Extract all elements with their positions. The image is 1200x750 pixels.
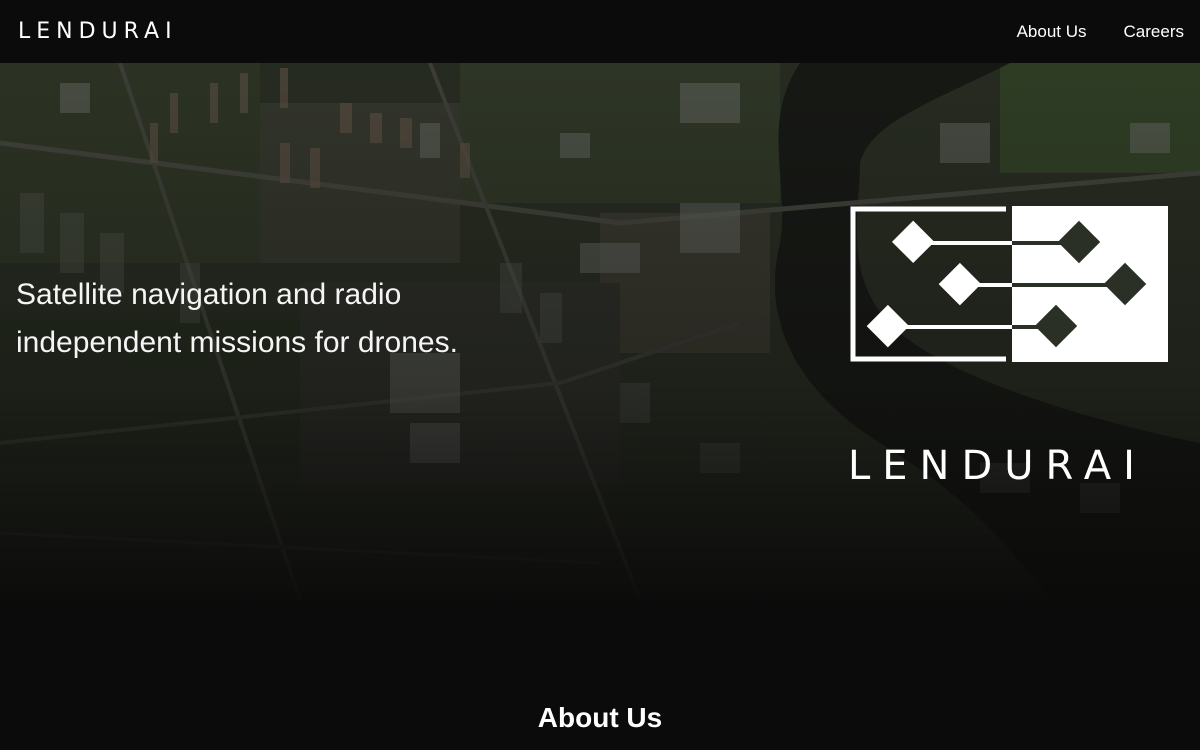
nav-link-careers[interactable]: Careers (1124, 22, 1184, 42)
hero-tagline: Satellite navigation and radio independe… (16, 271, 536, 367)
about-us-heading: About Us (537, 702, 663, 733)
top-navbar: LENDURAI About Us Careers (0, 0, 1200, 63)
nav-links: About Us Careers (1017, 22, 1184, 42)
hero-tagline-line-1: Satellite navigation and radio (16, 278, 402, 311)
hero-tagline-line-2: independent missions for drones. (16, 326, 458, 359)
nav-link-about-us[interactable]: About Us (1017, 22, 1087, 42)
hero-section: Satellite navigation and radio independe… (0, 63, 1200, 600)
about-us-section: About Us (0, 600, 1200, 750)
hero-logo-wordmark: LENDURAI (848, 443, 1147, 489)
lendurai-logo-icon (850, 206, 1168, 362)
brand-logo-link[interactable]: LENDURAI (18, 19, 178, 44)
